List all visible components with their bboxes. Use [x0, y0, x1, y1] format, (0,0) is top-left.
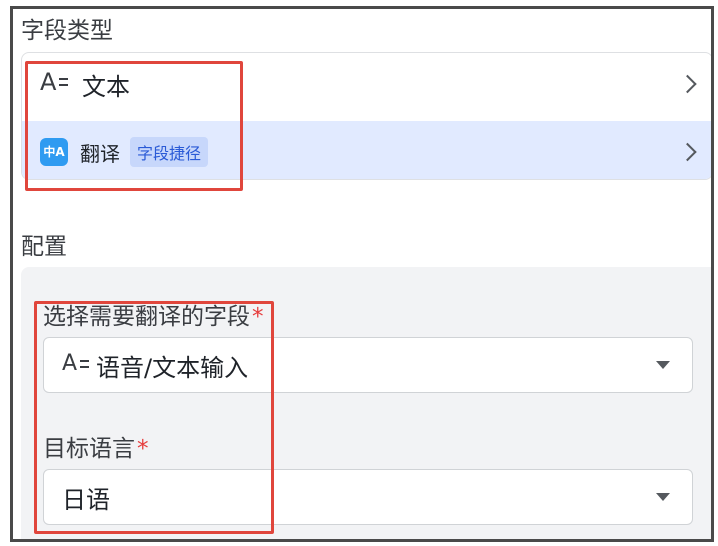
field-type-option-text[interactable]: A 文本 [22, 53, 711, 115]
translate-icon: 中A [40, 138, 68, 166]
screenshot-frame: 字段类型 A 文本 中A 翻译 字段捷径 配置 选择需要翻译的字段* A 语音/… [10, 6, 714, 542]
dropdown-caret-icon [656, 493, 670, 501]
field-type-card: A 文本 中A 翻译 字段捷径 [21, 52, 711, 180]
required-mark: * [252, 304, 264, 330]
source-field-label: 选择需要翻译的字段* [43, 304, 264, 330]
dropdown-caret-icon [656, 361, 670, 369]
config-section-title: 配置 [21, 234, 67, 260]
field-type-label: 翻译 [80, 141, 120, 166]
text-type-icon: A [62, 351, 94, 377]
chevron-right-icon [678, 74, 697, 94]
field-type-label: 文本 [82, 72, 130, 101]
field-shortcut-badge: 字段捷径 [130, 137, 209, 167]
field-type-option-translate[interactable]: 中A 翻译 字段捷径 [22, 121, 711, 179]
chevron-right-icon [678, 142, 697, 162]
text-type-icon: A [40, 68, 76, 98]
target-language-value: 日语 [62, 485, 110, 514]
config-panel: 选择需要翻译的字段* A 语音/文本输入 目标语言* 日语 [21, 267, 711, 539]
source-field-select[interactable]: A 语音/文本输入 [43, 337, 693, 393]
required-mark: * [137, 436, 149, 462]
source-field-value: 语音/文本输入 [96, 353, 249, 382]
target-language-label: 目标语言* [43, 436, 149, 462]
field-type-section-title: 字段类型 [21, 18, 113, 44]
target-language-select[interactable]: 日语 [43, 469, 693, 525]
